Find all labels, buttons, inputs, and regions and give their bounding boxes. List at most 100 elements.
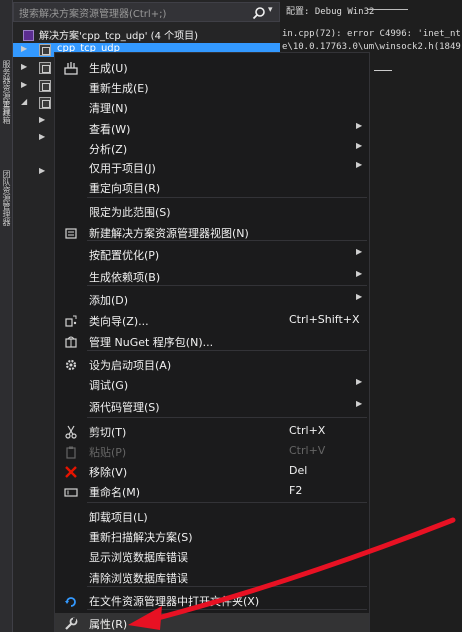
build-icon	[64, 60, 78, 75]
menu-item-label: 在文件资源管理器中打开文件夹(X)	[89, 595, 260, 608]
menu-item[interactable]: 仅用于项目(J) ▶	[55, 157, 369, 177]
menu-item-label: 重新扫描解决方案(S)	[89, 531, 193, 544]
menu-item-shortcut: F2	[289, 484, 303, 497]
menu-separator	[87, 417, 367, 418]
menu-item-label: 生成(U)	[89, 62, 128, 75]
menu-separator	[87, 502, 367, 503]
menu-item[interactable]: 剪切(T) Ctrl+X	[55, 421, 369, 441]
menu-item-shortcut: Del	[289, 464, 308, 477]
menu-item-label: 显示浏览数据库错误	[89, 551, 188, 564]
menu-item[interactable]: 类向导(Z)... Ctrl+Shift+X	[55, 310, 369, 330]
menu-item[interactable]: 重命名(M) F2	[55, 481, 369, 501]
build-config-text: 配置: Debug Win32	[286, 7, 375, 17]
menu-item-label: 卸载项目(L)	[89, 511, 148, 524]
output-line: e\10.0.17763.0\um\winsock2.h(1849	[282, 42, 461, 52]
search-icon[interactable]	[252, 6, 266, 20]
menu-item-label: 重命名(M)	[89, 486, 141, 499]
search-input[interactable]: 搜索解决方案资源管理器(Ctrl+;)	[19, 5, 166, 20]
paste-icon	[64, 444, 78, 459]
expand-arrow-icon[interactable]: ▶	[21, 44, 27, 53]
menu-item[interactable]: 分析(Z) ▶	[55, 138, 369, 158]
collapse-arrow-icon[interactable]: ◢	[21, 97, 27, 106]
menu-item: 粘贴(P) Ctrl+V	[55, 441, 369, 461]
output-separator	[374, 70, 392, 71]
search-box[interactable]: 搜索解决方案资源管理器(Ctrl+;) ▾	[13, 2, 280, 22]
menu-item[interactable]: 清理(N)	[55, 97, 369, 117]
menu-item-shortcut: Ctrl+Shift+X	[289, 313, 360, 326]
menu-item-label: 限定为此范围(S)	[89, 206, 171, 219]
submenu-arrow-icon: ▶	[356, 160, 363, 169]
menu-item-label: 按配置优化(P)	[89, 249, 160, 262]
submenu-arrow-icon: ▶	[356, 399, 363, 408]
menu-item[interactable]: 在文件资源管理器中打开文件夹(X)	[55, 590, 369, 610]
menu-item[interactable]: 卸载项目(L)	[55, 506, 369, 526]
nuget-icon	[64, 334, 78, 348]
menu-item-shortcut: Ctrl+V	[289, 444, 326, 457]
menu-item-label: 重定向项目(R)	[89, 182, 161, 195]
menu-item[interactable]: 显示浏览数据库错误	[55, 546, 369, 566]
menu-item[interactable]: 源代码管理(S) ▶	[55, 396, 369, 416]
menu-item-label: 源代码管理(S)	[89, 401, 160, 414]
menu-item[interactable]: 属性(R)	[55, 613, 369, 632]
menu-item[interactable]: 管理 NuGet 程序包(N)...	[55, 331, 369, 351]
menu-item-label: 清除浏览数据库错误	[89, 572, 188, 585]
open-folder-icon	[64, 593, 78, 607]
menu-item-label: 管理 NuGet 程序包(N)...	[89, 336, 214, 349]
expand-arrow-icon[interactable]: ▶	[21, 80, 27, 89]
solution-node[interactable]: 解决方案'cpp_tcp_udp' (4 个项目)	[23, 27, 199, 42]
submenu-arrow-icon: ▶	[356, 377, 363, 386]
submenu-arrow-icon: ▶	[356, 141, 363, 150]
menu-item-label: 清理(N)	[89, 102, 128, 115]
remove-icon	[64, 464, 78, 478]
menu-item-label: 粘贴(P)	[89, 446, 127, 459]
menu-item[interactable]: 移除(V) Del	[55, 461, 369, 481]
menu-item[interactable]: 生成依赖项(B) ▶	[55, 266, 369, 286]
menu-item[interactable]: 清除浏览数据库错误	[55, 567, 369, 587]
menu-item[interactable]: 限定为此范围(S)	[55, 201, 369, 221]
menu-separator	[87, 197, 367, 198]
menu-item[interactable]: 新建解决方案资源管理器视图(N)	[55, 222, 369, 242]
submenu-arrow-icon: ▶	[356, 269, 363, 278]
menu-item[interactable]: 重新扫描解决方案(S)	[55, 526, 369, 546]
expand-arrow-icon[interactable]: ▶	[21, 62, 27, 71]
gear-icon	[64, 357, 78, 371]
menu-item[interactable]: 生成(U)	[55, 57, 369, 77]
menu-item-label: 仅用于项目(J)	[89, 162, 156, 175]
expand-arrow-icon[interactable]: ▶	[39, 115, 45, 124]
menu-item-shortcut: Ctrl+X	[289, 424, 326, 437]
toolbox-tab[interactable]: 工具箱	[1, 100, 12, 140]
project-icon	[39, 80, 51, 92]
expand-arrow-icon[interactable]: ▶	[39, 132, 45, 141]
menu-item[interactable]: 重定向项目(R)	[55, 177, 369, 197]
new-view-icon	[64, 225, 78, 239]
menu-item-label: 剪切(T)	[89, 426, 127, 439]
menu-item[interactable]: 添加(D) ▶	[55, 289, 369, 309]
scissors-icon	[64, 424, 78, 439]
menu-item-label: 类向导(Z)...	[89, 315, 149, 328]
menu-item-label: 重新生成(E)	[89, 82, 149, 95]
menu-item-label: 生成依赖项(B)	[89, 271, 161, 284]
menu-item[interactable]: 调试(G) ▶	[55, 374, 369, 394]
output-line: in.cpp(72): error C4996: 'inet_nt	[282, 29, 461, 39]
project-icon	[39, 62, 51, 74]
solution-icon	[23, 30, 34, 41]
menu-item-label: 设为启动项目(A)	[89, 359, 172, 372]
solution-label: 解决方案'cpp_tcp_udp' (4 个项目)	[39, 31, 199, 42]
menu-item[interactable]: 设为启动项目(A)	[55, 354, 369, 374]
menu-item-label: 新建解决方案资源管理器视图(N)	[89, 227, 249, 240]
search-options-dropdown[interactable]: ▾	[268, 5, 273, 15]
team-explorer-tab[interactable]: 团队资源管理器	[1, 170, 12, 240]
menu-item[interactable]: 按配置优化(P) ▶	[55, 244, 369, 264]
submenu-arrow-icon: ▶	[356, 292, 363, 301]
wrench-icon	[64, 616, 78, 630]
menu-item[interactable]: 查看(W) ▶	[55, 118, 369, 138]
menu-item-label: 属性(R)	[89, 618, 128, 631]
expand-arrow-icon[interactable]: ▶	[39, 166, 45, 175]
menu-item[interactable]: 重新生成(E)	[55, 77, 369, 97]
menu-item-label: 移除(V)	[89, 466, 128, 479]
menu-item-label: 添加(D)	[89, 294, 129, 307]
submenu-arrow-icon: ▶	[356, 121, 363, 130]
rename-icon	[64, 484, 78, 498]
submenu-arrow-icon: ▶	[356, 247, 363, 256]
project-icon	[39, 97, 51, 109]
